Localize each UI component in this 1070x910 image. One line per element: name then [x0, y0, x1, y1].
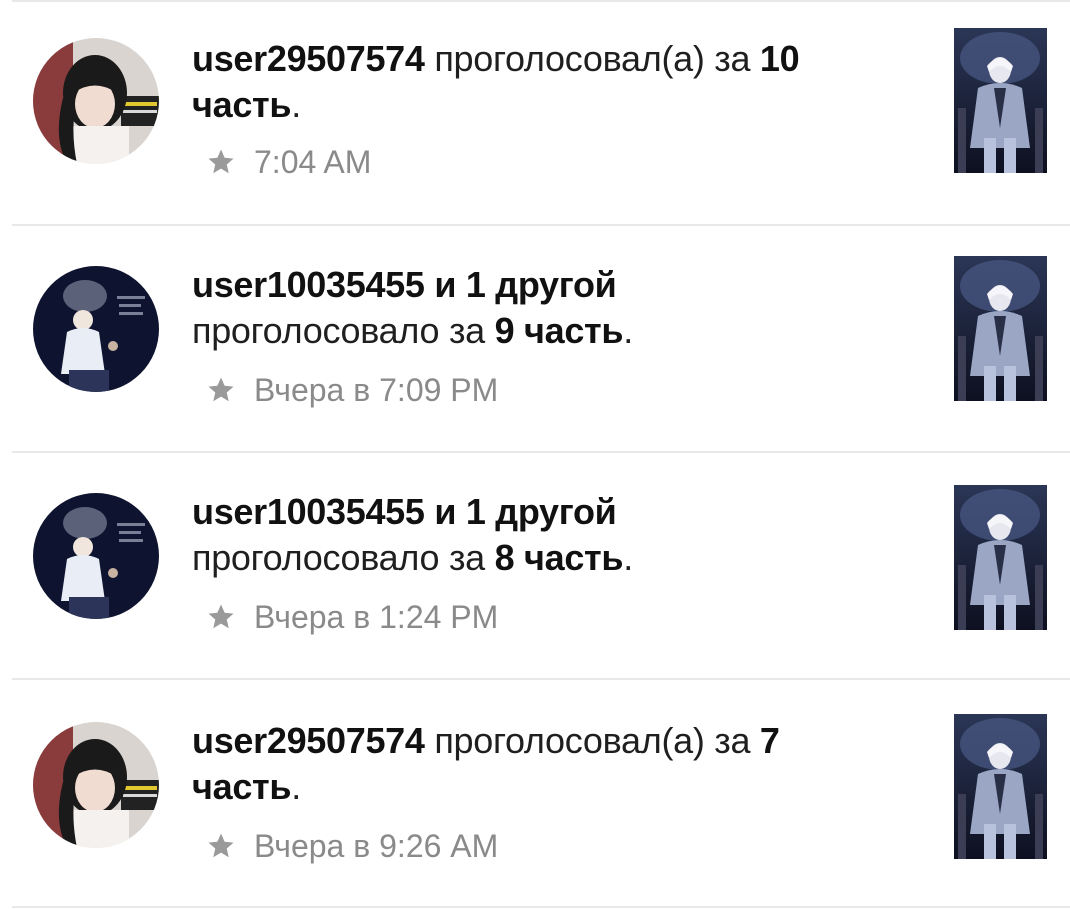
timestamp: Вчера в 1:24 PM [254, 598, 499, 635]
divider [12, 906, 1070, 908]
star-icon [208, 604, 234, 629]
book-cover-thumbnail[interactable] [954, 485, 1047, 630]
avatar[interactable] [33, 266, 159, 392]
notification-meta: Вчера в 7:09 PM [206, 370, 498, 410]
timestamp: Вчера в 7:09 PM [254, 371, 499, 408]
notification-line-2: часть. [192, 766, 301, 807]
notification-item[interactable]: user29507574 проголосовал(а) за 7 часть.… [0, 680, 1070, 906]
notification-line-1: user10035455 и 1 другой [192, 491, 617, 532]
avatar[interactable] [33, 722, 159, 848]
book-cover-thumbnail[interactable] [954, 28, 1047, 173]
book-cover-thumbnail[interactable] [954, 714, 1047, 859]
notification-line-2: часть. [192, 84, 301, 125]
book-cover-thumbnail[interactable] [954, 256, 1047, 401]
notification-feed: user29507574 проголосовал(а) за 10 часть… [0, 0, 1070, 910]
notification-line-2: проголосовало за 9 часть. [192, 310, 633, 351]
star-icon [208, 149, 234, 174]
notification-item[interactable]: user10035455 и 1 другой проголосовало за… [0, 453, 1070, 679]
avatar[interactable] [33, 38, 159, 164]
avatar[interactable] [33, 493, 159, 619]
notification-line-2: проголосовало за 8 часть. [192, 537, 633, 578]
timestamp: Вчера в 9:26 AM [254, 827, 499, 864]
notification-meta: Вчера в 1:24 PM [206, 597, 498, 637]
notification-meta: 7:04 AM [206, 142, 371, 182]
notification-meta: Вчера в 9:26 AM [206, 826, 498, 866]
star-icon [208, 377, 234, 402]
notification-line-1: user10035455 и 1 другой [192, 264, 617, 305]
timestamp: 7:04 AM [254, 143, 372, 180]
notification-item[interactable]: user29507574 проголосовал(а) за 10 часть… [0, 0, 1070, 226]
notification-item[interactable]: user10035455 и 1 другой проголосовало за… [0, 226, 1070, 452]
notification-line-1: user29507574 проголосовал(а) за 7 [192, 720, 780, 761]
notification-line-1: user29507574 проголосовал(а) за 10 [192, 38, 800, 79]
star-icon [208, 833, 234, 858]
